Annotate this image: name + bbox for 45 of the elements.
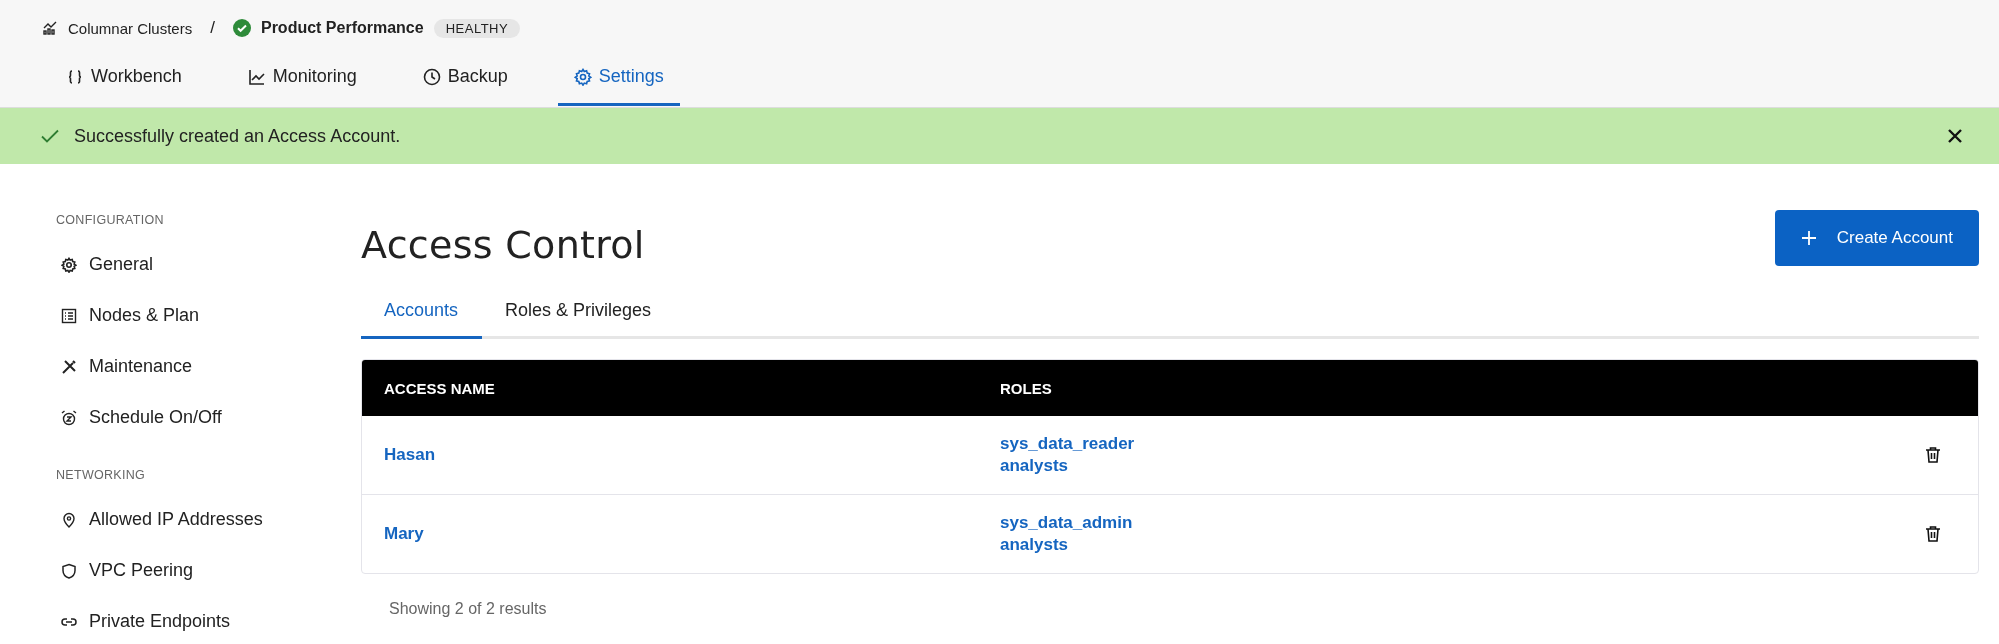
- nav-tab[interactable]: Workbench: [50, 54, 198, 106]
- clock-icon: [422, 67, 441, 86]
- sidebar-item[interactable]: Private Endpoints: [56, 596, 361, 644]
- role-link[interactable]: analysts: [1000, 534, 1922, 556]
- sidebar-item[interactable]: VPC Peering: [56, 545, 361, 596]
- account-name-link[interactable]: Hasan: [362, 445, 1000, 465]
- plus-icon: [1800, 230, 1817, 246]
- role-link[interactable]: analysts: [1000, 455, 1922, 477]
- status-badge: HEALTHY: [433, 18, 521, 38]
- column-header: ROLES: [1000, 379, 1053, 397]
- account-name-link[interactable]: Mary: [362, 524, 1000, 544]
- sidebar-heading: NETWORKING: [56, 468, 147, 482]
- sidebar-item[interactable]: General: [56, 239, 361, 290]
- close-icon: [1947, 128, 1963, 144]
- shield-icon: [61, 562, 77, 579]
- breadcrumb-link[interactable]: Columnar Clusters: [68, 19, 193, 37]
- role-link[interactable]: sys_data_admin: [1000, 512, 1922, 534]
- sidebar-item[interactable]: Nodes & Plan: [56, 290, 361, 341]
- page-title: Access Control: [361, 223, 645, 267]
- location-pin-icon: [61, 511, 77, 528]
- content-tab[interactable]: Accounts: [361, 288, 483, 339]
- create-account-button[interactable]: Create Account: [1774, 210, 1979, 266]
- sidebar-heading: CONFIGURATION: [56, 213, 165, 227]
- nav-tab[interactable]: Monitoring: [231, 54, 373, 106]
- settings-icon: [573, 67, 592, 86]
- results-count: Showing 2 of 2 results: [389, 600, 548, 618]
- sidebar-item[interactable]: Allowed IP Addresses: [56, 494, 361, 545]
- cluster-name: Product Performance: [260, 19, 424, 37]
- sidebar-item[interactable]: Schedule On/Off: [56, 392, 361, 443]
- trash-icon: [1924, 525, 1942, 543]
- role-link[interactable]: sys_data_reader: [1000, 433, 1922, 455]
- cluster-chart-icon: [42, 20, 58, 36]
- sidebar-item[interactable]: Maintenance: [56, 341, 361, 392]
- check-circle-icon: [232, 19, 251, 37]
- list-icon: [61, 307, 77, 324]
- column-header: ACCESS NAME: [383, 379, 496, 397]
- braces-icon: [66, 67, 84, 86]
- trash-icon: [1924, 446, 1942, 464]
- nav-tab[interactable]: Backup: [406, 54, 524, 106]
- banner-message: Successfully created an Access Account.: [74, 125, 401, 147]
- line-chart-icon: [247, 67, 266, 86]
- content-tab[interactable]: Roles & Privileges: [482, 288, 675, 339]
- breadcrumb-separator: /: [210, 18, 215, 38]
- settings-icon: [61, 256, 77, 273]
- alarm-clock-icon: [61, 409, 77, 426]
